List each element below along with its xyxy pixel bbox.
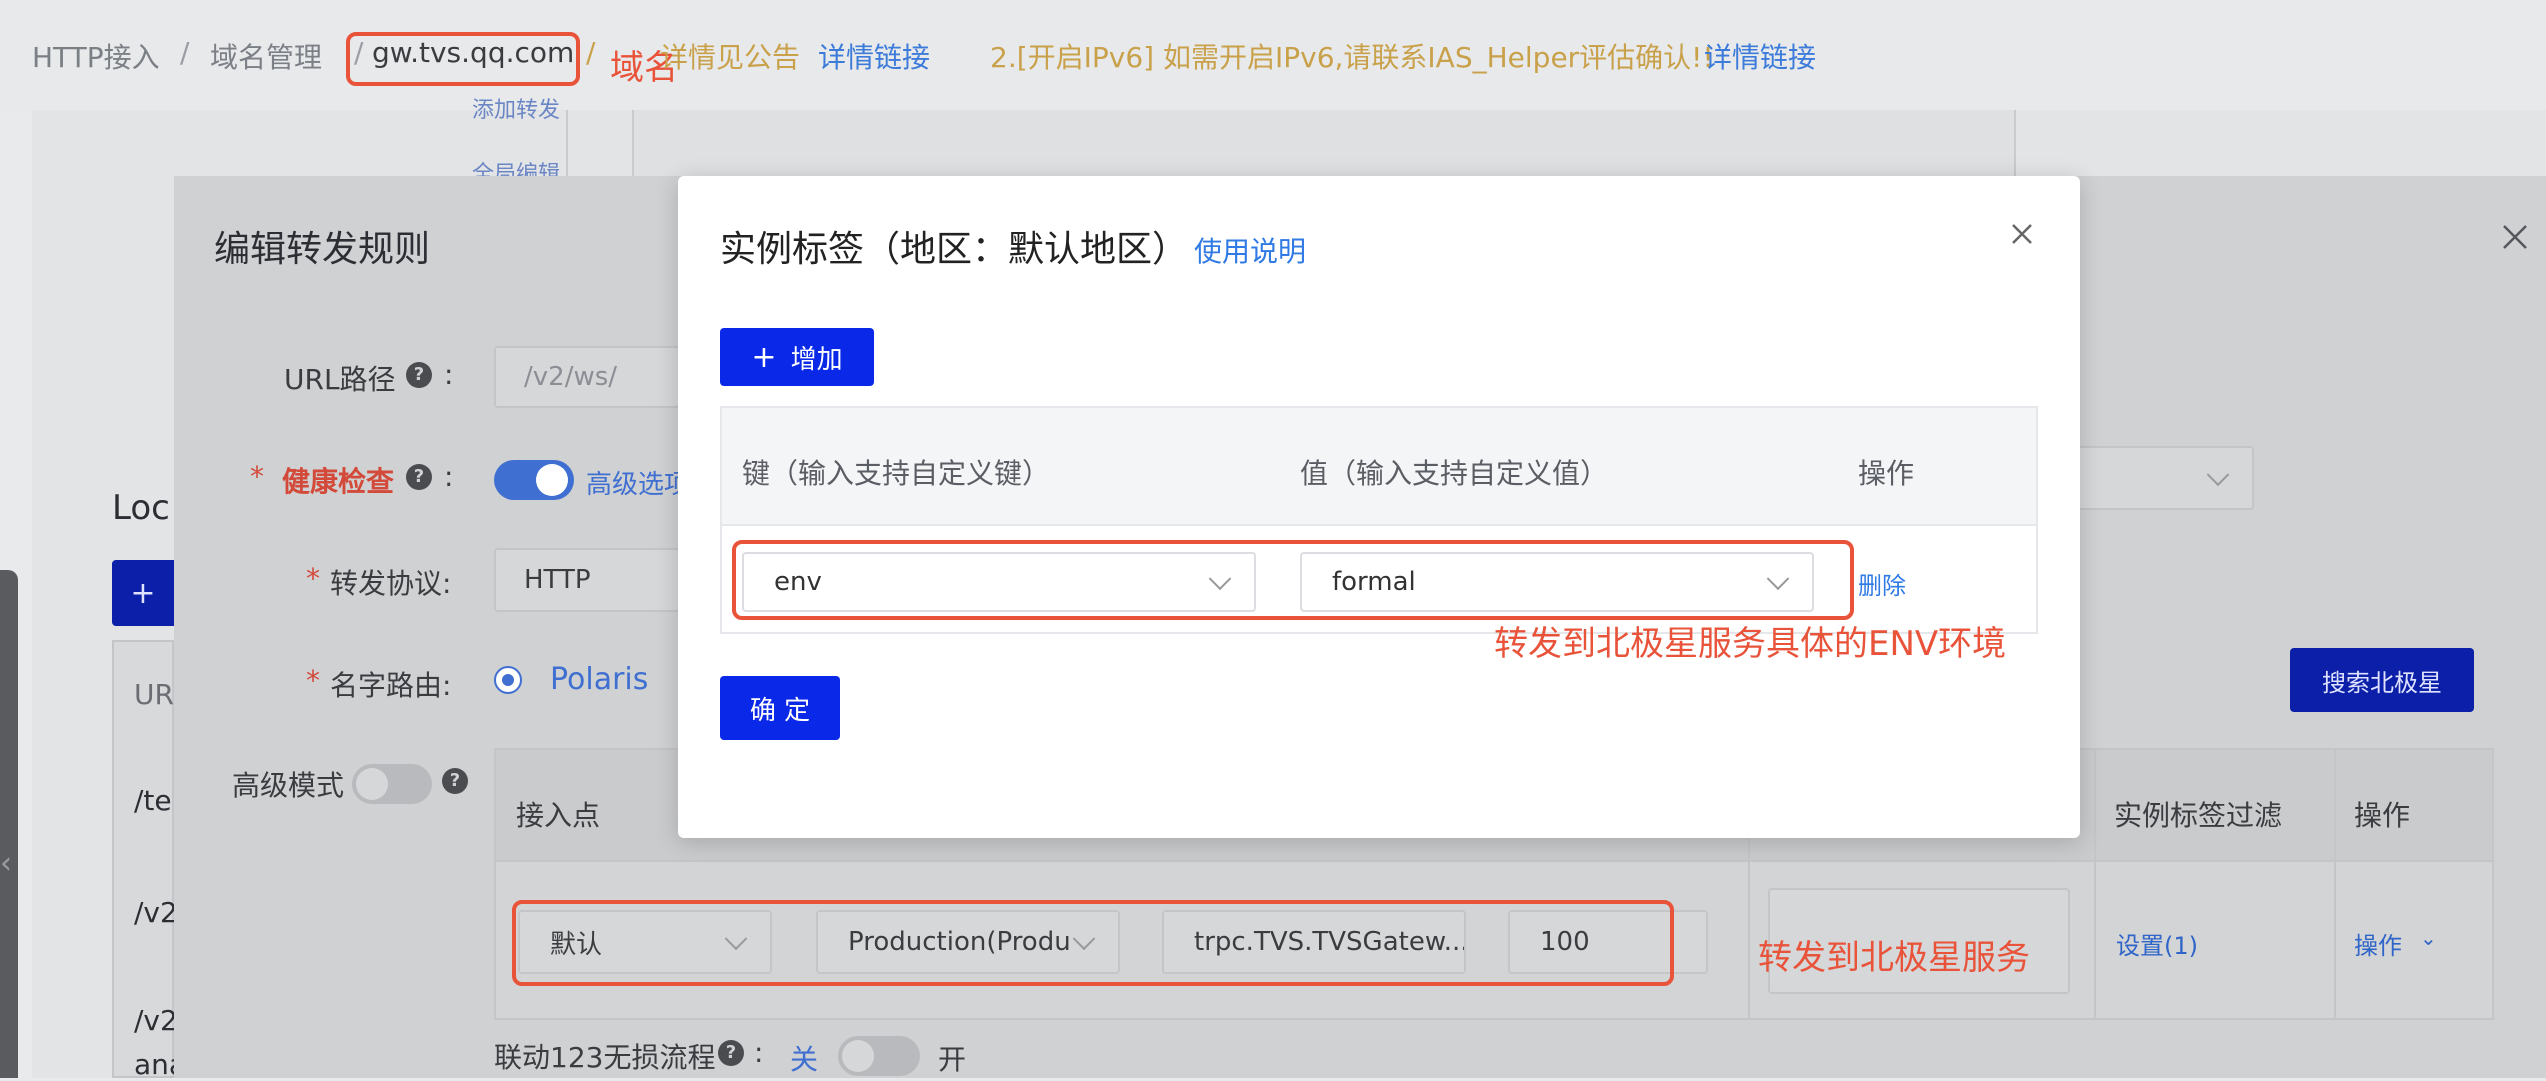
plus-icon: + xyxy=(130,575,156,611)
chevron-left-icon[interactable]: ‹ xyxy=(0,846,12,881)
required-mark: * xyxy=(306,562,320,595)
lossless-toggle[interactable] xyxy=(838,1036,920,1076)
advanced-mode-toggle[interactable] xyxy=(352,764,432,804)
lossless-label: 联动123无损流程 xyxy=(494,1041,716,1074)
instance-filter-link[interactable]: 设置(1) xyxy=(2116,926,2198,961)
background-section-title: Loc xyxy=(112,488,170,528)
close-icon[interactable] xyxy=(2500,222,2530,252)
drawer-title: 编辑转发规则 xyxy=(214,229,431,270)
health-check-label: 健康检查 xyxy=(282,465,395,498)
divider xyxy=(2094,750,2096,1018)
name-route-label: 名字路由: xyxy=(330,669,452,702)
breadcrumb-item-domains[interactable]: 域名管理 xyxy=(210,36,322,76)
colon: : xyxy=(444,460,454,493)
chevron-down-icon xyxy=(2206,463,2230,487)
background-select[interactable] xyxy=(2080,446,2254,510)
breadcrumb-separator: / xyxy=(180,36,190,69)
env-annotation-box xyxy=(732,540,1854,620)
colon: : xyxy=(444,358,454,391)
background-add-button[interactable]: + xyxy=(112,560,174,626)
chevron-down-icon[interactable]: ⌄ xyxy=(2420,926,2437,950)
col-instance-filter: 实例标签过滤 xyxy=(2114,799,2283,832)
url-path-label: URL路径 xyxy=(284,363,396,396)
breadcrumb-item-http[interactable]: HTTP接入 xyxy=(32,36,160,76)
delete-row-link[interactable]: 删除 xyxy=(1858,566,1906,601)
close-icon[interactable] xyxy=(2004,216,2040,252)
add-tag-button[interactable]: + 增加 xyxy=(720,328,874,386)
toggle-knob xyxy=(842,1040,874,1072)
plus-icon: + xyxy=(751,339,777,375)
row-ops-link[interactable]: 操作 xyxy=(2354,926,2402,961)
background-card xyxy=(632,110,2016,176)
col-value: 值（输入支持自定义值） xyxy=(1300,457,1609,490)
protocol-label: 转发协议: xyxy=(330,567,452,600)
instance-tag-modal: 实例标签（地区：默认地区） 使用说明 + 增加 键（输入支持自定义键） 值（输入支… xyxy=(678,176,2080,838)
lossless-on-label: 开 xyxy=(938,1043,967,1076)
advanced-mode-label: 高级模式 xyxy=(232,769,345,802)
required-mark: * xyxy=(250,460,264,493)
help-icon[interactable]: ? xyxy=(442,768,468,794)
background-add-link[interactable]: 添加转发 xyxy=(472,92,560,124)
polaris-radio[interactable] xyxy=(494,666,522,694)
notice-ipv6-link[interactable]: 详情链接 xyxy=(1704,36,1816,76)
env-annotation-label: 转发到北极星服务具体的ENV环境 xyxy=(1494,624,2007,664)
polaris-radio-label: Polaris xyxy=(550,662,649,697)
url-path-input[interactable]: /v2/ws/ xyxy=(494,346,680,408)
list-item[interactable]: /v2 xyxy=(134,896,178,929)
polaris-annotation-label: 转发到北极星服务 xyxy=(1758,938,2030,978)
col-access-point: 接入点 xyxy=(516,799,601,832)
breadcrumb-separator: / xyxy=(586,36,596,69)
confirm-button[interactable]: 确 定 xyxy=(720,676,840,740)
col-ops: 操作 xyxy=(2354,799,2411,832)
background-list-header: UR xyxy=(134,678,174,711)
divider xyxy=(566,110,568,176)
toggle-knob xyxy=(536,464,568,496)
left-edge-panel xyxy=(0,570,18,1078)
toggle-knob xyxy=(356,768,388,800)
protocol-select[interactable]: HTTP xyxy=(494,548,680,612)
list-item[interactable]: /te xyxy=(134,784,172,817)
colon: : xyxy=(754,1036,764,1069)
notice-text: 详情见公告 xyxy=(660,41,801,74)
help-icon[interactable]: ? xyxy=(406,464,432,490)
notice-detail-link[interactable]: 详情链接 xyxy=(818,36,930,76)
health-check-toggle[interactable] xyxy=(494,460,574,500)
col-key: 键（输入支持自定义键） xyxy=(742,457,1051,490)
lossless-off-label: 关 xyxy=(790,1043,819,1076)
breadcrumb-item-domain: gw.tvs.qq.com xyxy=(372,36,575,69)
modal-title: 实例标签（地区：默认地区） 使用说明 xyxy=(720,229,1307,270)
usage-help-link[interactable]: 使用说明 xyxy=(1194,235,1306,268)
help-icon[interactable]: ? xyxy=(406,362,432,388)
required-mark: * xyxy=(306,664,320,697)
polaris-annotation-box xyxy=(512,900,1674,986)
col-ops: 操作 xyxy=(1858,457,1915,490)
search-polaris-button[interactable]: 搜索北极星 xyxy=(2290,648,2474,712)
list-item[interactable]: /v2 xyxy=(134,1004,178,1037)
divider xyxy=(2334,750,2336,1018)
health-advanced-link[interactable]: 高级选项 xyxy=(586,464,690,501)
tag-table: 键（输入支持自定义键） 值（输入支持自定义值） 操作 env formal 删除 xyxy=(720,406,2038,634)
help-icon[interactable]: ? xyxy=(718,1040,744,1066)
notice-ipv6-text: 2.[开启IPv6] 如需开启IPv6,请联系IAS_Helper评估确认!! xyxy=(990,41,1714,74)
